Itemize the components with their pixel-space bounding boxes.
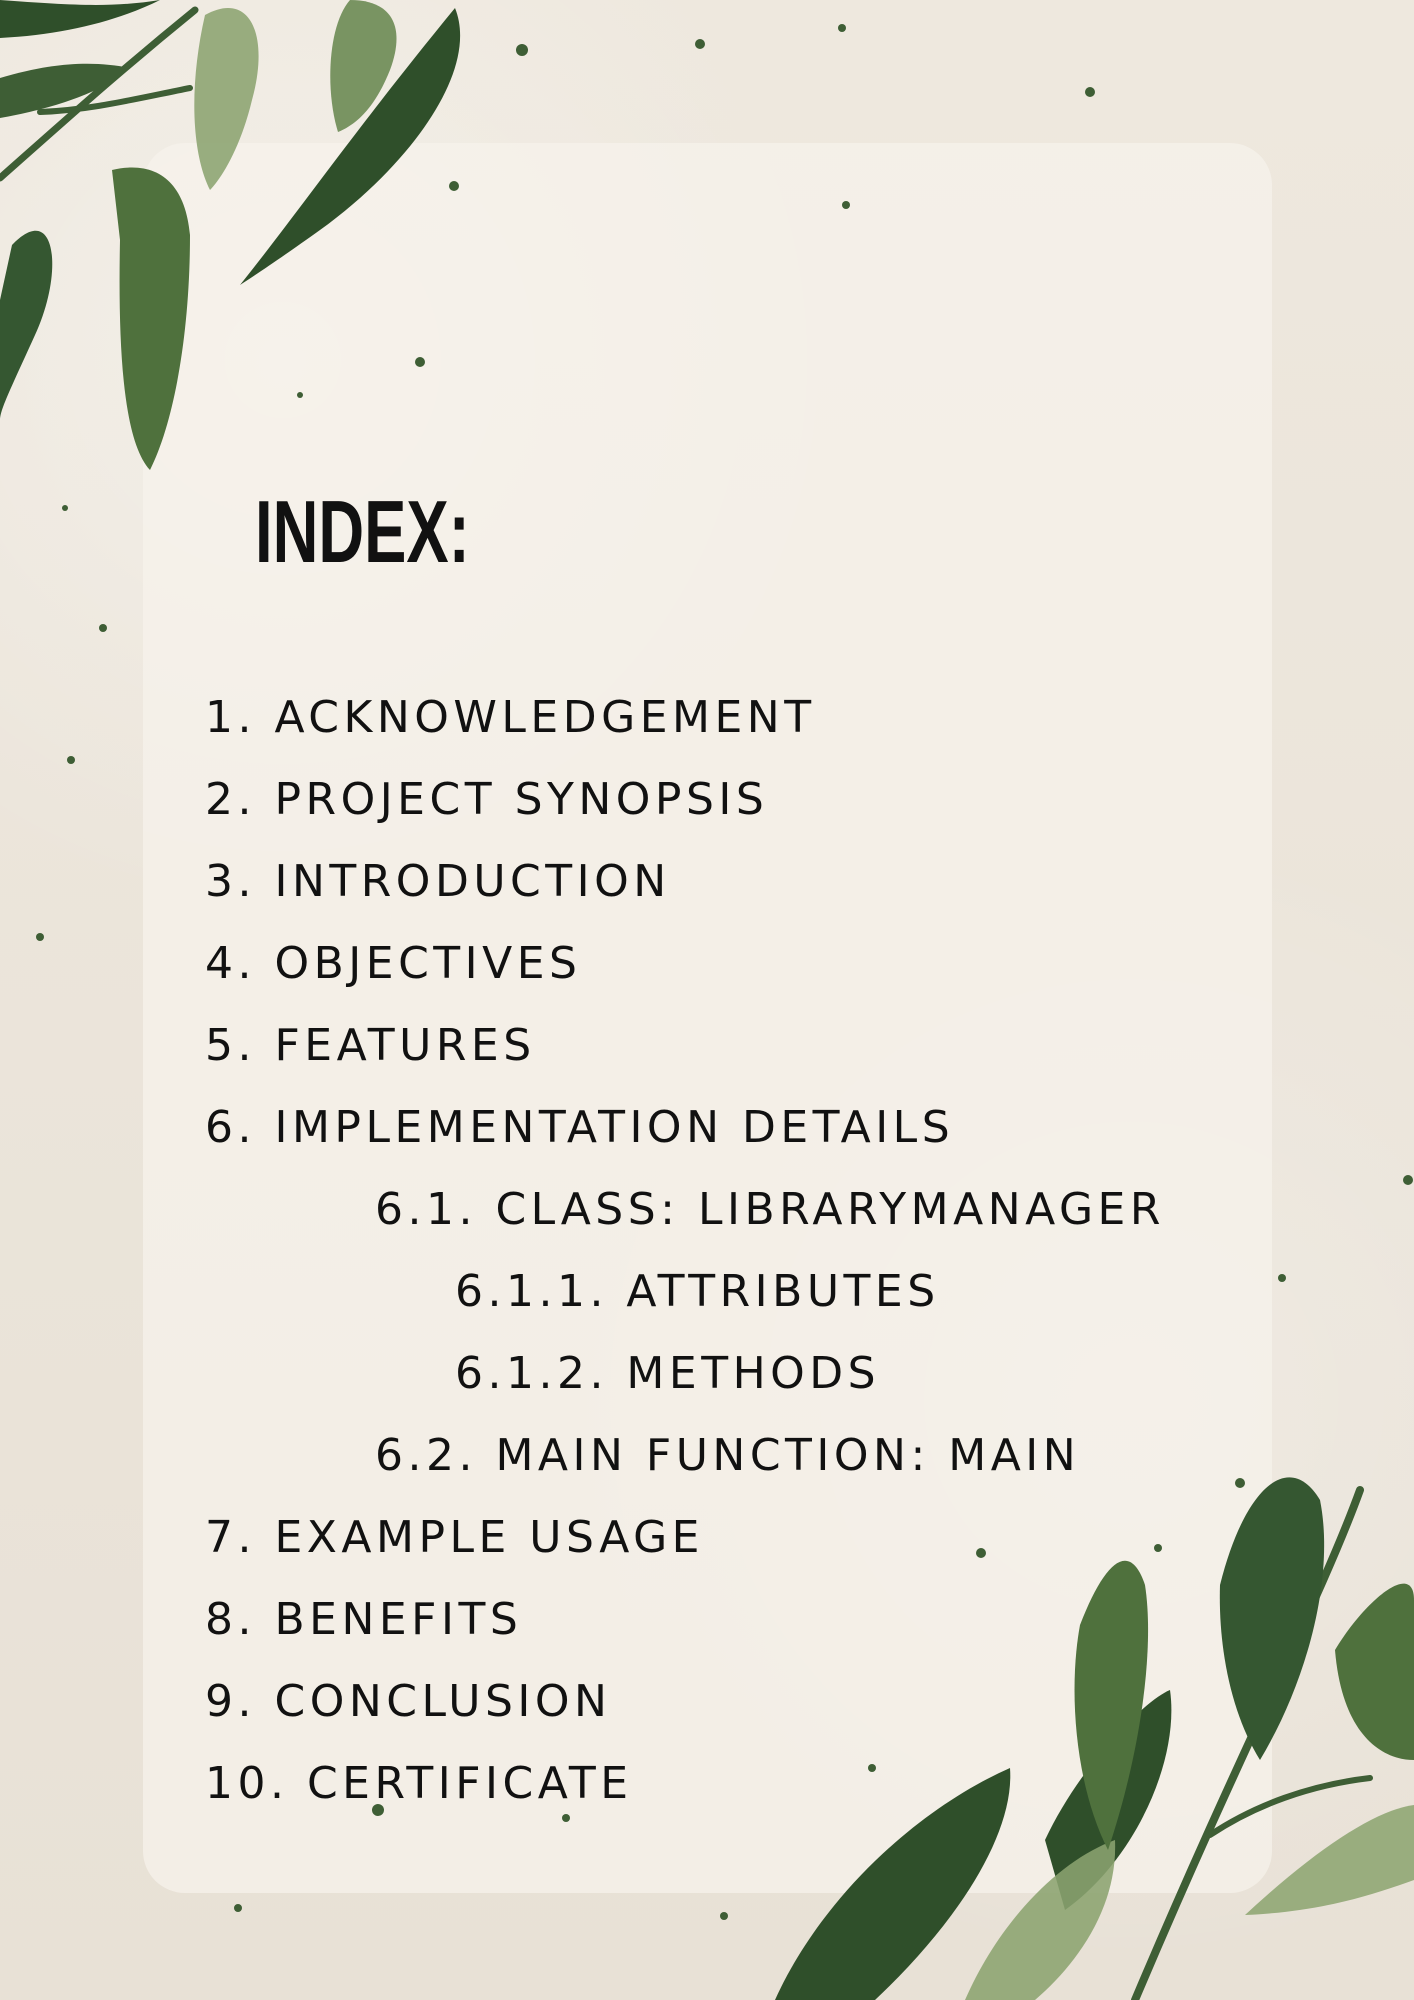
index-item-main-function-main: 6.2. MAIN FUNCTION: MAIN	[375, 1430, 1081, 1481]
index-item-benefits: 8. BENEFITS	[205, 1594, 523, 1645]
index-item-methods: 6.1.2. METHODS	[455, 1348, 881, 1399]
index-item-class-librarymanager: 6.1. CLASS: LIBRARYMANAGER	[375, 1184, 1165, 1235]
index-item-attributes: 6.1.1. ATTRIBUTES	[455, 1266, 940, 1317]
index-item-objectives: 4. OBJECTIVES	[205, 938, 582, 989]
index-item-acknowledgement: 1. ACKNOWLEDGEMENT	[205, 692, 816, 743]
index-item-example-usage: 7. EXAMPLE USAGE	[205, 1512, 704, 1563]
leaf-branch-icon	[0, 0, 461, 470]
page-title: INDEX:	[255, 482, 470, 581]
index-item-project-synopsis: 2. PROJECT SYNOPSIS	[205, 774, 769, 825]
index-item-certificate: 10. CERTIFICATE	[205, 1758, 633, 1809]
index-item-implementation-details: 6. IMPLEMENTATION DETAILS	[205, 1102, 955, 1153]
index-item-features: 5. FEATURES	[205, 1020, 536, 1071]
index-item-introduction: 3. INTRODUCTION	[205, 856, 671, 907]
index-list: 1. ACKNOWLEDGEMENT 2. PROJECT SYNOPSIS 3…	[205, 677, 1265, 1825]
index-item-conclusion: 9. CONCLUSION	[205, 1676, 612, 1727]
